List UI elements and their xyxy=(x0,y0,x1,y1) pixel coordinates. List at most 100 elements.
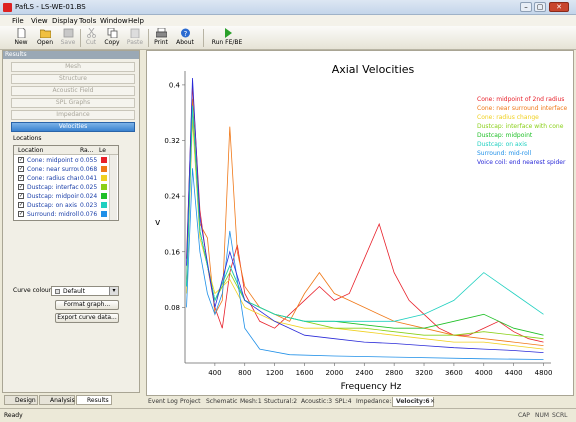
window-title: PafLS - LS-WE-01.BS xyxy=(15,3,86,11)
row-location: Cone: radius chan xyxy=(27,175,79,182)
menu-display[interactable]: Display xyxy=(52,17,78,25)
nav-mesh[interactable]: Mesh xyxy=(11,62,135,72)
print-label: Print xyxy=(154,39,168,46)
locations-label: Locations xyxy=(13,135,42,142)
menu-help[interactable]: Help xyxy=(128,17,144,25)
tab-event-log[interactable]: Event Log xyxy=(148,397,178,407)
row-checkbox[interactable]: ✓ xyxy=(18,166,24,172)
menu-tools[interactable]: Tools xyxy=(79,17,96,25)
row-checkbox[interactable]: ✓ xyxy=(18,184,24,190)
about-button[interactable]: ? About xyxy=(174,27,196,49)
table-row[interactable]: ✓ Dustcap: on axis 0.023 xyxy=(14,201,118,210)
menu-view[interactable]: View xyxy=(31,17,48,25)
svg-text:?: ? xyxy=(183,30,187,38)
paste-icon xyxy=(130,28,139,38)
table-row[interactable]: ✓ Surround: midroll 0.076 xyxy=(14,210,118,219)
row-checkbox[interactable]: ✓ xyxy=(18,175,24,181)
y-tick-label: 0.32 xyxy=(164,137,180,145)
table-row[interactable]: ✓ Cone: radius chan 0.041 xyxy=(14,174,118,183)
legend-entry: Dustcap: on axis xyxy=(477,141,527,148)
status-cap: CAP xyxy=(518,412,530,419)
tab-impedance[interactable]: Impedance:5 xyxy=(356,397,395,407)
legend-entry: Surround: mid-roll xyxy=(477,150,531,157)
paste-button[interactable]: Paste xyxy=(124,27,146,49)
close-icon[interactable]: ✕ xyxy=(549,2,569,12)
y-tick-label: 0.4 xyxy=(169,81,181,89)
header-location[interactable]: Location xyxy=(18,147,43,154)
row-legend-swatch xyxy=(101,211,107,217)
minimize-icon[interactable]: – xyxy=(520,2,532,12)
x-tick-label: 4800 xyxy=(535,369,553,377)
open-button[interactable]: Open xyxy=(34,27,56,49)
tab-project[interactable]: Project xyxy=(180,397,201,407)
x-tick-label: 800 xyxy=(238,369,251,377)
status-scrl: SCRL xyxy=(552,412,568,419)
table-row[interactable]: ✓ Dustcap: midpoint 0.024 xyxy=(14,192,118,201)
legend-entry: Cone: near surround interface xyxy=(477,105,568,112)
y-axis-label: v xyxy=(155,218,161,228)
table-row[interactable]: ✓ Dustcap: interface 0.025 xyxy=(14,183,118,192)
status-bar: Ready CAP NUM SCRL xyxy=(0,408,576,422)
tab-stuctural[interactable]: Stuctural:2 xyxy=(264,397,297,407)
tab-acoustic[interactable]: Acoustic:3 xyxy=(301,397,332,407)
run-fe-be-button[interactable]: Run FE/BE xyxy=(210,27,244,49)
tab-close-icon[interactable]: ✕ xyxy=(430,397,435,407)
tab-schematic[interactable]: Schematic xyxy=(206,397,237,407)
x-tick-label: 400 xyxy=(208,369,221,377)
curve-colour-select[interactable]: Default ▾ xyxy=(51,286,119,296)
row-radius: 0.025 xyxy=(80,184,98,191)
cut-button[interactable]: Cut xyxy=(82,27,100,49)
row-checkbox[interactable]: ✓ xyxy=(18,202,24,208)
cut-icon xyxy=(86,28,96,38)
copy-button[interactable]: Copy xyxy=(102,27,122,49)
run-icon xyxy=(224,28,232,38)
row-checkbox[interactable]: ✓ xyxy=(18,157,24,163)
table-scrollbar[interactable] xyxy=(109,155,117,220)
row-location: Surround: midroll xyxy=(27,211,79,218)
nav-spl-graphs[interactable]: SPL Graphs xyxy=(11,98,135,108)
header-radius[interactable]: Ra... xyxy=(80,147,93,154)
y-tick-label: 0.16 xyxy=(164,248,180,256)
export-curve-data-button[interactable]: Export curve data... xyxy=(55,313,119,323)
chart-view: Axial Velocities Frequency Hz v 400 800 1200 1… xyxy=(146,50,574,396)
maximize-icon[interactable]: ▢ xyxy=(534,2,546,12)
row-radius: 0.068 xyxy=(80,166,98,173)
x-tick-label: 1200 xyxy=(266,369,284,377)
row-location: Dustcap: interface xyxy=(27,184,79,191)
axial-velocities-chart: Axial Velocities Frequency Hz v 400 800 1200 1… xyxy=(155,63,568,392)
row-checkbox[interactable]: ✓ xyxy=(18,193,24,199)
tab-mesh[interactable]: Mesh:1 xyxy=(240,397,262,407)
toolbar: New Open Save Cut Copy Paste Print ? Abo… xyxy=(0,26,576,50)
tab-spl[interactable]: SPL:4 xyxy=(335,397,352,407)
mode-tabs: Design Analysis Results xyxy=(2,394,140,405)
status-text: Ready xyxy=(4,412,23,419)
print-button[interactable]: Print xyxy=(150,27,172,49)
table-row[interactable]: ✓ Cone: midpoint of 0.055 xyxy=(14,156,118,165)
menu-file[interactable]: File xyxy=(12,17,24,25)
tab-analysis[interactable]: Analysis xyxy=(39,395,75,405)
y-tick-label: 0.08 xyxy=(164,304,180,312)
table-row[interactable]: ✓ Cone: near surrou 0.068 xyxy=(14,165,118,174)
status-num: NUM xyxy=(535,412,550,419)
chevron-down-icon[interactable]: ▾ xyxy=(109,287,118,295)
header-legend[interactable]: Le xyxy=(99,147,106,154)
nav-velocities[interactable]: Velocities xyxy=(11,122,135,132)
new-button[interactable]: New xyxy=(10,27,32,49)
format-graph-button[interactable]: Format graph... xyxy=(55,300,119,310)
tab-results[interactable]: Results xyxy=(76,395,112,405)
save-button[interactable]: Save xyxy=(58,27,78,49)
nav-acoustic-field[interactable]: Acoustic Field xyxy=(11,86,135,96)
x-tick-label: 4400 xyxy=(505,369,523,377)
tab-design[interactable]: Design xyxy=(4,395,38,405)
nav-structure[interactable]: Structure xyxy=(11,74,135,84)
row-legend-swatch xyxy=(101,175,107,181)
row-legend-swatch xyxy=(101,157,107,163)
row-location: Dustcap: on axis xyxy=(27,202,78,209)
menu-window[interactable]: Window xyxy=(100,17,128,25)
tab-velocity[interactable]: Velocity:6 xyxy=(392,397,434,407)
x-axis-label: Frequency Hz xyxy=(341,382,402,392)
row-checkbox[interactable]: ✓ xyxy=(18,211,24,217)
toolbar-separator xyxy=(203,29,204,47)
nav-impedance[interactable]: Impedance xyxy=(11,110,135,120)
curve-colour-value: Default xyxy=(63,288,85,295)
